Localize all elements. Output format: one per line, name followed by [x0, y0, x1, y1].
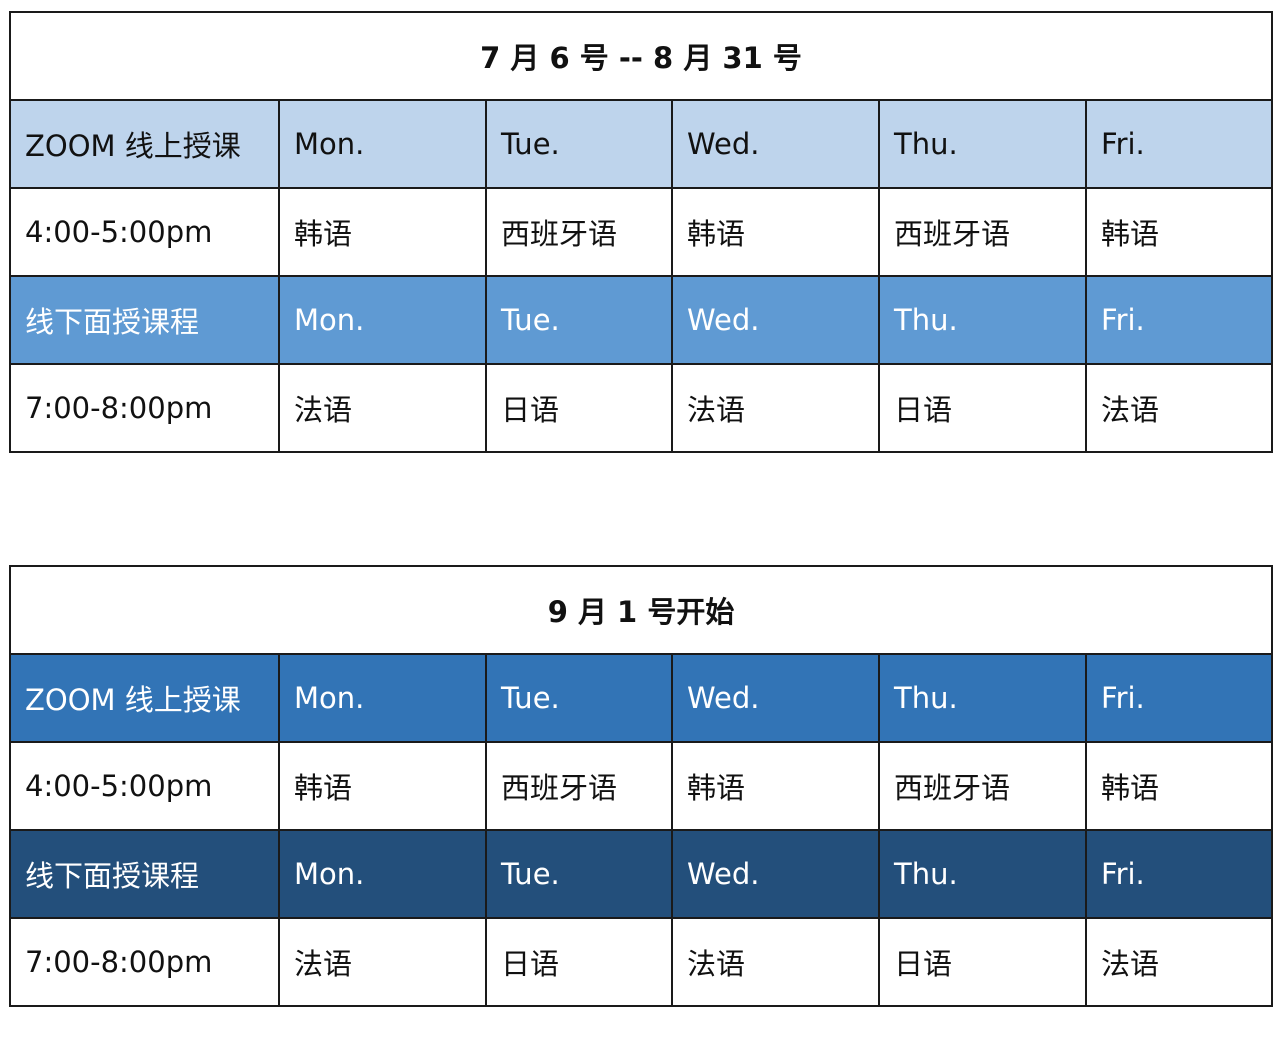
day-header-tue: Tue. — [485, 275, 673, 365]
class-wed: 法语 — [671, 363, 880, 453]
class-thu: 日语 — [878, 363, 1087, 453]
class-fri: 法语 — [1084, 917, 1274, 1007]
class-tue: 日语 — [485, 917, 673, 1007]
class-mon: 韩语 — [278, 741, 487, 831]
day-header-fri: Fri. — [1084, 829, 1274, 919]
online-header-row: ZOOM 线上授课 Mon. Tue. Wed. Thu. Fri. — [9, 653, 1274, 743]
class-tue: 日语 — [485, 363, 673, 453]
day-header-wed: Wed. — [671, 829, 880, 919]
class-mon: 法语 — [278, 917, 487, 1007]
day-header-thu: Thu. — [878, 829, 1087, 919]
class-fri: 韩语 — [1084, 187, 1274, 277]
online-section-label: ZOOM 线上授课 — [9, 653, 280, 743]
day-header-mon: Mon. — [278, 275, 487, 365]
time-slot: 4:00-5:00pm — [9, 187, 280, 277]
offline-class-row: 7:00-8:00pm 法语 日语 法语 日语 法语 — [9, 917, 1274, 1007]
class-thu: 西班牙语 — [878, 741, 1087, 831]
day-header-wed: Wed. — [671, 275, 880, 365]
offline-section-label: 线下面授课程 — [9, 829, 280, 919]
table-title-row: 7 月 6 号 -- 8 月 31 号 — [8, 11, 1274, 101]
class-mon: 法语 — [278, 363, 487, 453]
class-thu: 日语 — [878, 917, 1087, 1007]
day-header-tue: Tue. — [485, 99, 673, 189]
online-section-label: ZOOM 线上授课 — [9, 99, 280, 189]
table-title-row: 9 月 1 号开始 — [8, 565, 1274, 655]
day-header-mon: Mon. — [278, 99, 487, 189]
day-header-wed: Wed. — [671, 99, 880, 189]
day-header-fri: Fri. — [1084, 653, 1274, 743]
day-header-thu: Thu. — [878, 653, 1087, 743]
day-header-mon: Mon. — [278, 829, 487, 919]
table-title: 9 月 1 号开始 — [8, 565, 1274, 655]
class-wed: 韩语 — [671, 187, 880, 277]
class-wed: 法语 — [671, 917, 880, 1007]
online-class-row: 4:00-5:00pm 韩语 西班牙语 韩语 西班牙语 韩语 — [9, 187, 1274, 277]
class-fri: 法语 — [1084, 363, 1274, 453]
day-header-wed: Wed. — [671, 653, 880, 743]
class-mon: 韩语 — [278, 187, 487, 277]
day-header-thu: Thu. — [878, 99, 1087, 189]
online-class-row: 4:00-5:00pm 韩语 西班牙语 韩语 西班牙语 韩语 — [9, 741, 1274, 831]
day-header-thu: Thu. — [878, 275, 1087, 365]
day-header-fri: Fri. — [1084, 99, 1274, 189]
offline-section-label: 线下面授课程 — [9, 275, 280, 365]
online-header-row: ZOOM 线上授课 Mon. Tue. Wed. Thu. Fri. — [9, 99, 1274, 189]
schedule-table-summer: 7 月 6 号 -- 8 月 31 号 ZOOM 线上授课 Mon. Tue. … — [8, 11, 1274, 453]
day-header-fri: Fri. — [1084, 275, 1274, 365]
day-header-tue: Tue. — [485, 653, 673, 743]
time-slot: 7:00-8:00pm — [9, 363, 280, 453]
table-title: 7 月 6 号 -- 8 月 31 号 — [8, 11, 1274, 101]
class-wed: 韩语 — [671, 741, 880, 831]
offline-header-row: 线下面授课程 Mon. Tue. Wed. Thu. Fri. — [9, 275, 1274, 365]
class-tue: 西班牙语 — [485, 741, 673, 831]
class-thu: 西班牙语 — [878, 187, 1087, 277]
time-slot: 4:00-5:00pm — [9, 741, 280, 831]
offline-header-row: 线下面授课程 Mon. Tue. Wed. Thu. Fri. — [9, 829, 1274, 919]
day-header-mon: Mon. — [278, 653, 487, 743]
schedule-table-fall: 9 月 1 号开始 ZOOM 线上授课 Mon. Tue. Wed. Thu. … — [8, 565, 1274, 1007]
day-header-tue: Tue. — [485, 829, 673, 919]
class-tue: 西班牙语 — [485, 187, 673, 277]
class-fri: 韩语 — [1084, 741, 1274, 831]
offline-class-row: 7:00-8:00pm 法语 日语 法语 日语 法语 — [9, 363, 1274, 453]
time-slot: 7:00-8:00pm — [9, 917, 280, 1007]
